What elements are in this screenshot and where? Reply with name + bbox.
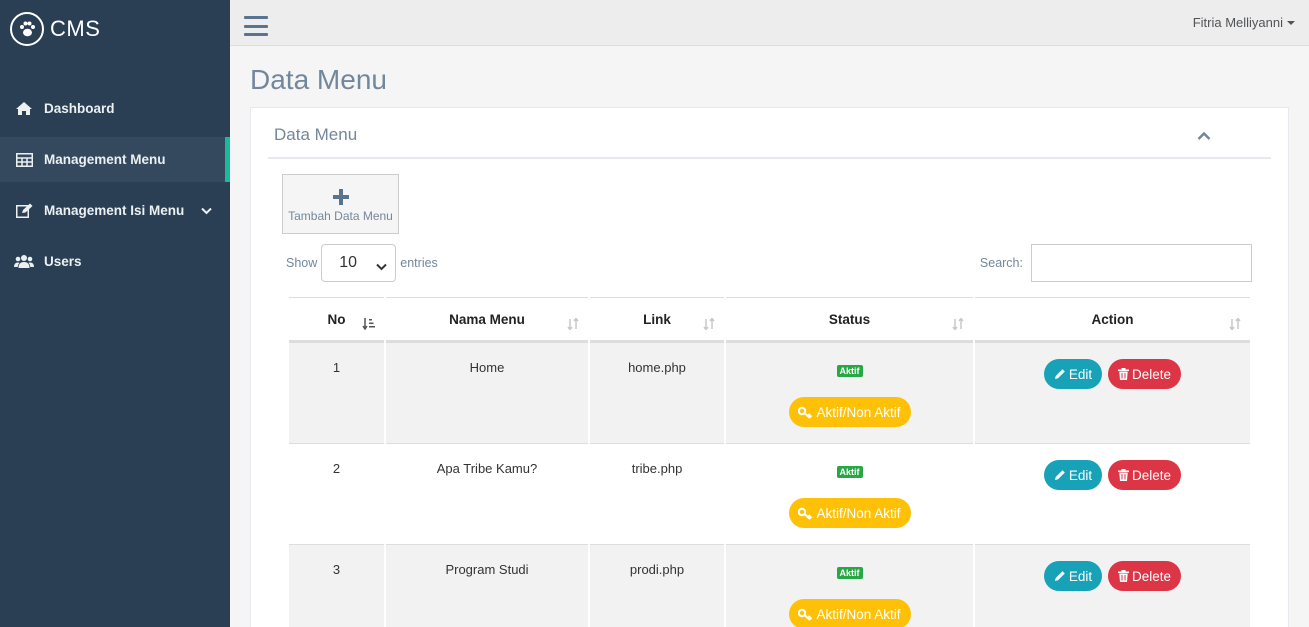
table-row: 1 Home home.php Aktif Aktif/Non Aktif Ed… xyxy=(289,343,1250,444)
add-menu-label: Tambah Data Menu xyxy=(288,209,393,223)
edit-icon xyxy=(14,203,34,219)
user-menu[interactable]: Fitria Melliyanni xyxy=(1193,15,1295,30)
key-icon xyxy=(798,608,813,621)
table-search: Search: xyxy=(980,244,1252,282)
cell-name: Program Studi xyxy=(386,545,588,627)
trash-icon xyxy=(1117,368,1129,380)
sidebar-item-management-menu[interactable]: Management Menu xyxy=(0,137,230,182)
menu-toggle-icon[interactable] xyxy=(244,16,268,36)
sidebar-item-management-isi-menu[interactable]: Management Isi Menu xyxy=(0,188,230,233)
sidebar-item-label: Management Isi Menu xyxy=(44,203,185,218)
sort-icon xyxy=(566,317,580,333)
status-badge: Aktif xyxy=(836,567,863,579)
toggle-status-button[interactable]: Aktif/Non Aktif xyxy=(788,599,911,627)
show-label: Show xyxy=(286,256,318,270)
cell-link: home.php xyxy=(590,343,724,444)
pencil-icon xyxy=(1054,571,1065,581)
pencil-icon xyxy=(1054,369,1065,379)
cell-no: 2 xyxy=(289,444,384,545)
brand-name: CMS xyxy=(50,16,101,41)
edit-button[interactable]: Edit xyxy=(1044,561,1102,591)
delete-button[interactable]: Delete xyxy=(1108,561,1181,591)
home-icon xyxy=(14,101,34,117)
panel-title: Data Menu xyxy=(274,125,358,144)
sidebar-item-dashboard[interactable]: Dashboard xyxy=(0,86,230,131)
cell-link: tribe.php xyxy=(590,444,724,545)
col-status[interactable]: Status xyxy=(726,297,973,343)
cell-status: Aktif Aktif/Non Aktif xyxy=(726,545,973,627)
sort-icon xyxy=(1228,317,1242,333)
plus-icon xyxy=(332,189,349,205)
col-action[interactable]: Action xyxy=(975,297,1250,343)
sidebar-item-label: Management Menu xyxy=(44,152,166,167)
col-no[interactable]: No xyxy=(289,297,384,343)
sort-asc-icon xyxy=(362,318,376,333)
menu-table: No Nama Menu Link Status Action 1 Home h… xyxy=(287,297,1252,627)
add-menu-button[interactable]: Tambah Data Menu xyxy=(282,174,399,234)
panel-header: Data Menu xyxy=(268,108,1271,159)
table-header-row: No Nama Menu Link Status Action xyxy=(289,297,1250,343)
entries-length: Show 10 entries xyxy=(286,244,438,282)
entries-value: 10 xyxy=(339,254,358,271)
table-row: 2 Apa Tribe Kamu? tribe.php Aktif Aktif/… xyxy=(289,444,1250,545)
cell-no: 3 xyxy=(289,545,384,627)
top-nav: Fitria Melliyanni xyxy=(230,0,1309,46)
sort-icon xyxy=(951,317,965,333)
delete-button[interactable]: Delete xyxy=(1108,359,1181,389)
cell-status: Aktif Aktif/Non Aktif xyxy=(726,444,973,545)
search-label: Search: xyxy=(979,256,1023,270)
brand[interactable]: CMS xyxy=(0,0,230,58)
cell-link: prodi.php xyxy=(590,545,724,627)
search-input[interactable] xyxy=(1031,244,1252,282)
col-nama-menu[interactable]: Nama Menu xyxy=(386,297,588,343)
status-badge: Aktif xyxy=(836,365,863,377)
trash-icon xyxy=(1117,570,1129,582)
chevron-down-icon xyxy=(376,258,387,276)
page-title: Data Menu xyxy=(250,64,387,95)
edit-button[interactable]: Edit xyxy=(1044,460,1102,490)
toggle-status-button[interactable]: Aktif/Non Aktif xyxy=(788,397,911,427)
paw-icon xyxy=(10,12,44,46)
table-row: 3 Program Studi prodi.php Aktif Aktif/No… xyxy=(289,545,1250,627)
users-icon xyxy=(14,254,34,270)
cell-action: Edit Delete xyxy=(975,545,1250,627)
edit-button[interactable]: Edit xyxy=(1044,359,1102,389)
user-name: Fitria Melliyanni xyxy=(1192,15,1283,30)
cell-name: Apa Tribe Kamu? xyxy=(386,444,588,545)
key-icon xyxy=(798,406,813,419)
status-badge: Aktif xyxy=(836,466,863,478)
key-icon xyxy=(798,507,813,520)
entries-select[interactable]: 10 xyxy=(321,244,397,282)
caret-down-icon xyxy=(1287,20,1295,25)
sidebar-item-label: Dashboard xyxy=(44,101,115,116)
cell-name: Home xyxy=(386,343,588,444)
toggle-status-button[interactable]: Aktif/Non Aktif xyxy=(788,498,911,528)
chevron-up-icon[interactable] xyxy=(1197,128,1213,142)
data-panel: Data Menu Tambah Data Menu Show 10 entri… xyxy=(250,107,1289,627)
cell-action: Edit Delete xyxy=(975,444,1250,545)
entries-label: entries xyxy=(400,256,438,270)
cell-no: 1 xyxy=(289,343,384,444)
trash-icon xyxy=(1117,469,1129,481)
col-link[interactable]: Link xyxy=(590,297,724,343)
sort-icon xyxy=(702,317,716,333)
cell-status: Aktif Aktif/Non Aktif xyxy=(726,343,973,444)
sidebar-nav: Dashboard Management Menu Management Isi… xyxy=(0,86,230,290)
cell-action: Edit Delete xyxy=(975,343,1250,444)
pencil-icon xyxy=(1054,470,1065,480)
chevron-down-icon[interactable] xyxy=(201,203,212,218)
delete-button[interactable]: Delete xyxy=(1108,460,1181,490)
sidebar: CMS Dashboard Management Menu Management… xyxy=(0,0,230,627)
table-icon xyxy=(14,152,34,168)
sidebar-item-label: Users xyxy=(44,254,82,269)
sidebar-item-users[interactable]: Users xyxy=(0,239,230,284)
